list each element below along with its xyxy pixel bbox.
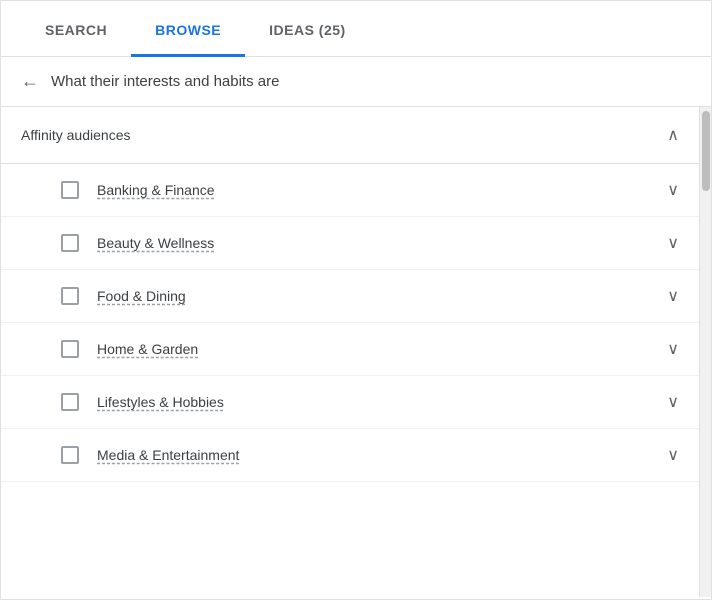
expand-icon-lifestyles[interactable]: ∨ bbox=[667, 392, 679, 412]
tab-browse[interactable]: BROWSE bbox=[131, 6, 245, 57]
list-item-beauty[interactable]: Beauty & Wellness ∨ bbox=[1, 217, 699, 270]
collapse-icon: ∧ bbox=[667, 125, 679, 145]
item-left-media: Media & Entertainment bbox=[61, 446, 239, 464]
tab-search[interactable]: SEARCH bbox=[21, 6, 131, 57]
item-label-media: Media & Entertainment bbox=[97, 447, 239, 463]
scrollbar-thumb[interactable] bbox=[702, 111, 710, 191]
item-label-food: Food & Dining bbox=[97, 288, 186, 304]
checkbox-home[interactable] bbox=[61, 340, 79, 358]
section-title: Affinity audiences bbox=[21, 127, 130, 143]
expand-icon-media[interactable]: ∨ bbox=[667, 445, 679, 465]
list-item-lifestyles[interactable]: Lifestyles & Hobbies ∨ bbox=[1, 376, 699, 429]
breadcrumb-bar: ← What their interests and habits are bbox=[1, 57, 711, 107]
expand-icon-home[interactable]: ∨ bbox=[667, 339, 679, 359]
item-label-home: Home & Garden bbox=[97, 341, 198, 357]
item-left-food: Food & Dining bbox=[61, 287, 186, 305]
item-label-banking: Banking & Finance bbox=[97, 182, 215, 198]
expand-icon-food[interactable]: ∨ bbox=[667, 286, 679, 306]
tab-bar: SEARCH BROWSE IDEAS (25) bbox=[1, 1, 711, 57]
content-area: Affinity audiences ∧ Banking & Finance ∨… bbox=[1, 107, 699, 597]
scrollbar-track[interactable] bbox=[699, 107, 711, 597]
tab-ideas[interactable]: IDEAS (25) bbox=[245, 6, 370, 57]
expand-icon-banking[interactable]: ∨ bbox=[667, 180, 679, 200]
list-item-food[interactable]: Food & Dining ∨ bbox=[1, 270, 699, 323]
item-label-beauty: Beauty & Wellness bbox=[97, 235, 214, 251]
expand-icon-beauty[interactable]: ∨ bbox=[667, 233, 679, 253]
list-item-media[interactable]: Media & Entertainment ∨ bbox=[1, 429, 699, 482]
checkbox-lifestyles[interactable] bbox=[61, 393, 79, 411]
checkbox-beauty[interactable] bbox=[61, 234, 79, 252]
checkbox-media[interactable] bbox=[61, 446, 79, 464]
list-item-home[interactable]: Home & Garden ∨ bbox=[1, 323, 699, 376]
item-label-lifestyles: Lifestyles & Hobbies bbox=[97, 394, 224, 410]
breadcrumb-text: What their interests and habits are bbox=[51, 73, 279, 90]
list-item-banking[interactable]: Banking & Finance ∨ bbox=[1, 164, 699, 217]
item-left-home: Home & Garden bbox=[61, 340, 198, 358]
back-button[interactable]: ← bbox=[21, 71, 39, 92]
item-left-banking: Banking & Finance bbox=[61, 181, 215, 199]
checkbox-food[interactable] bbox=[61, 287, 79, 305]
item-left-beauty: Beauty & Wellness bbox=[61, 234, 214, 252]
main-content: Affinity audiences ∧ Banking & Finance ∨… bbox=[1, 107, 711, 597]
section-header-affinity[interactable]: Affinity audiences ∧ bbox=[1, 107, 699, 164]
checkbox-banking[interactable] bbox=[61, 181, 79, 199]
item-left-lifestyles: Lifestyles & Hobbies bbox=[61, 393, 224, 411]
